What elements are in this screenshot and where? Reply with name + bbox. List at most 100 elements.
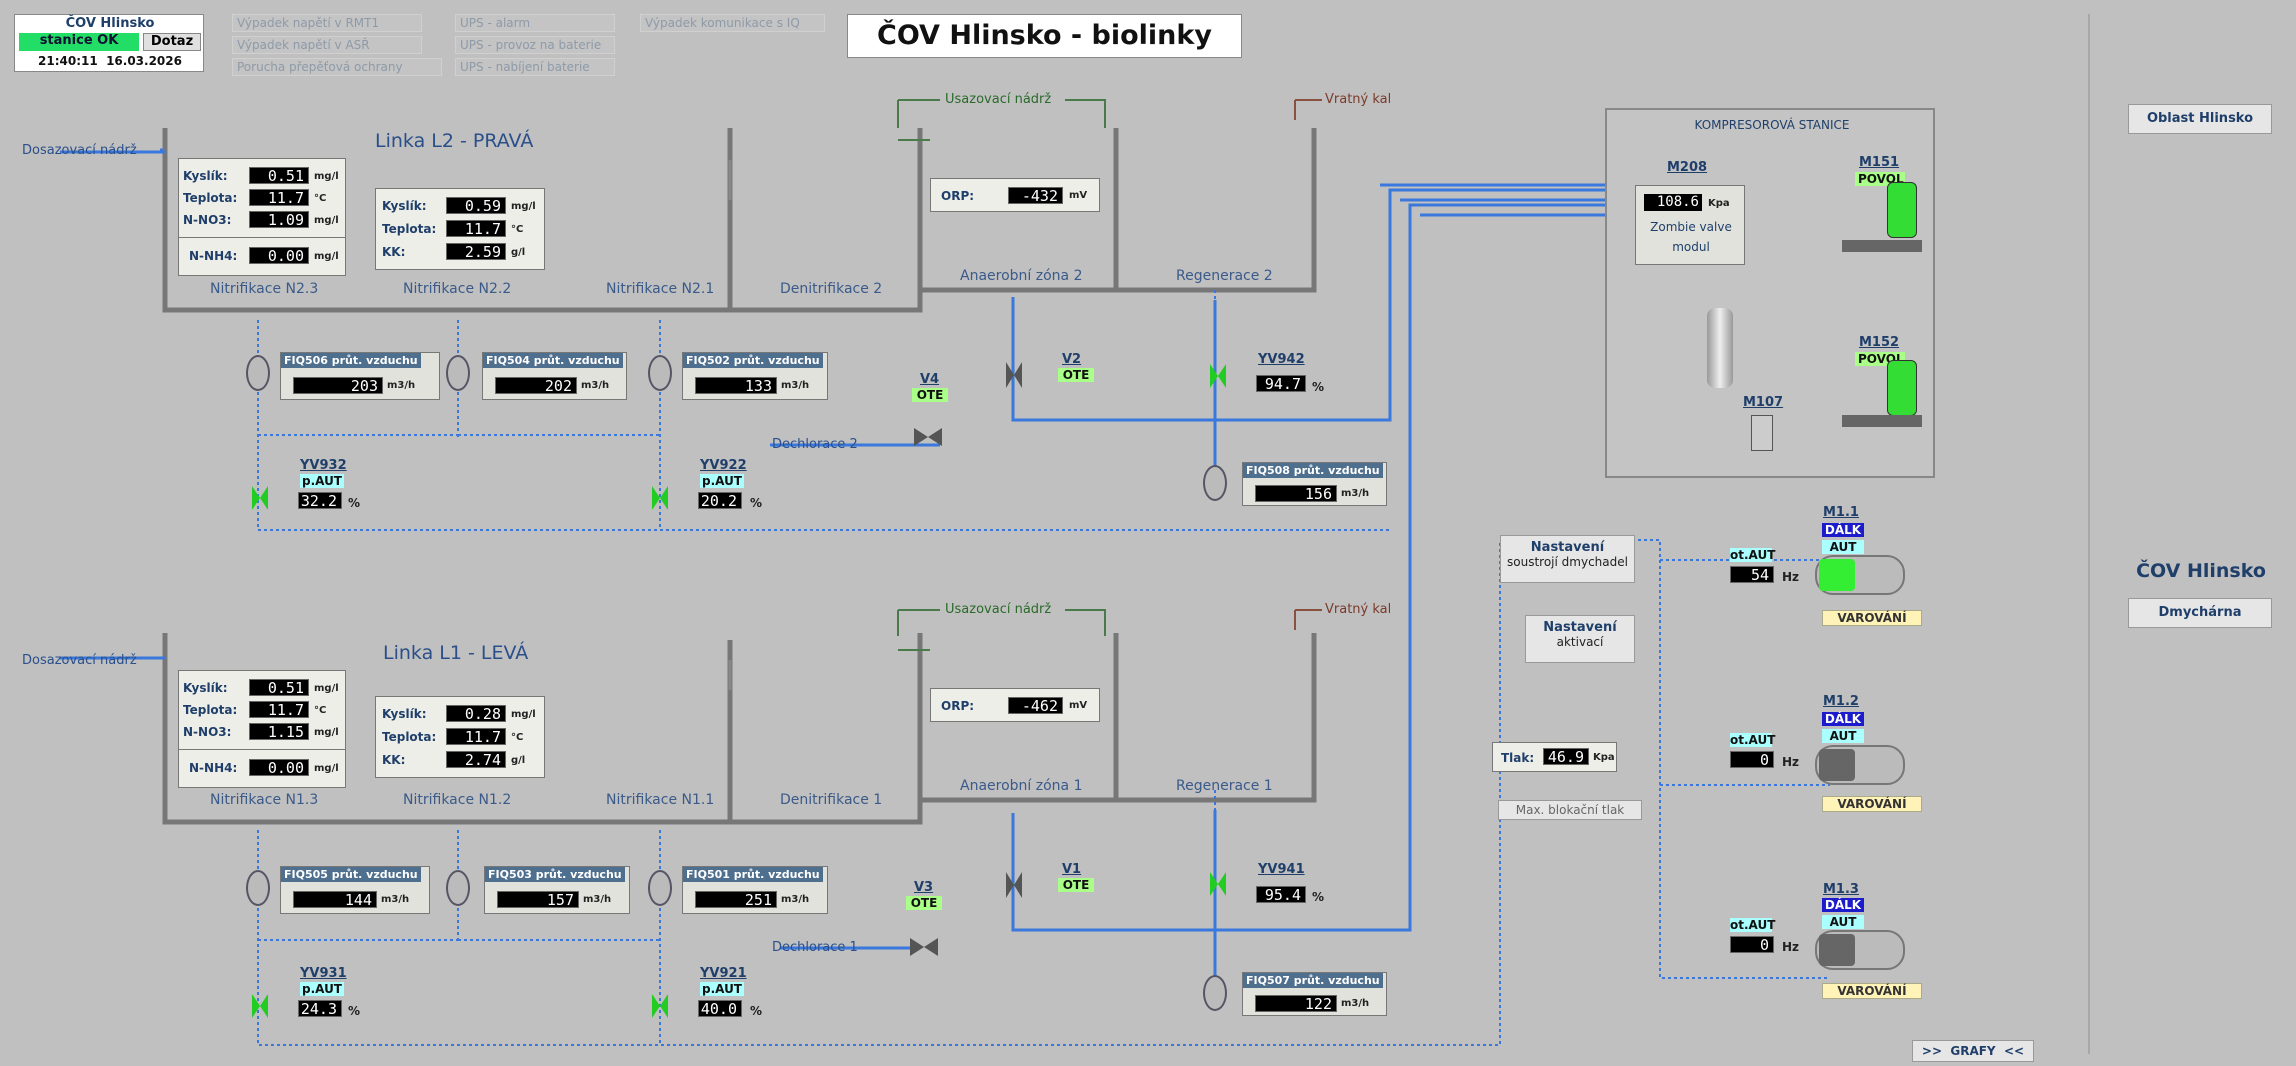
l2-panel-n22: Kyslík: 0.59 mg/l Teplota: 11.7 °C KK: 2…: [375, 188, 545, 270]
fiq506-tag: FIQ506 průt. vzduchu: [281, 353, 421, 368]
m11-otaut: ot.AUT: [1730, 548, 1776, 562]
yv931-mode: p.AUT: [300, 982, 344, 996]
m11-remote: DÁLK: [1822, 523, 1864, 537]
compressor-icon: [1887, 182, 1917, 238]
l2-title: Linka L2 - PRAVÁ: [375, 130, 534, 152]
flow-valve-icon: [648, 355, 672, 391]
l2-zone-n23: Nitrifikace N2.3: [210, 281, 319, 297]
tlak-label: Tlak:: [1501, 751, 1535, 765]
pressure-panel: Tlak: 46.9 Kpa: [1492, 742, 1617, 772]
blower-icon[interactable]: [1815, 555, 1905, 595]
l1-zone-n13: Nitrifikace N1.3: [210, 792, 319, 808]
unit-mgl: mg/l: [314, 251, 339, 262]
l2-kyslik-1: 0.51: [249, 167, 309, 184]
motor-icon: [1819, 934, 1855, 966]
oblast-hlinsko-button[interactable]: Oblast Hlinsko: [2128, 104, 2272, 134]
flow-valve-icon: [246, 355, 270, 391]
label-kyslik: Kyslík:: [382, 199, 427, 213]
fiq504-tag: FIQ504 průt. vzduchu: [483, 353, 623, 368]
m13-warning: VAROVÁNÍ: [1822, 983, 1922, 999]
flow-valve-icon: [446, 355, 470, 391]
m12-remote: DÁLK: [1822, 712, 1864, 726]
activation-settings-button[interactable]: Nastavení aktivací: [1525, 615, 1635, 663]
fiq501-value: 251: [695, 891, 777, 908]
motor-icon: [1819, 749, 1855, 781]
v1-name[interactable]: V1: [1062, 862, 1081, 877]
l1-fiq505: FIQ505 průt. vzduchu 144 m3/h: [280, 866, 430, 914]
l1-kyslik-1: 0.51: [249, 679, 309, 696]
m151-name[interactable]: M151: [1859, 155, 1899, 170]
settings-label: Nastavení: [1543, 620, 1617, 635]
yv942-value: 94.7: [1256, 375, 1306, 392]
grafy-button[interactable]: >> GRAFY <<: [1912, 1040, 2034, 1062]
v2-status: OTE: [1058, 368, 1094, 382]
fiq504-value: 202: [495, 377, 577, 394]
unit-pct: %: [1312, 380, 1325, 394]
fiq502-value: 133: [695, 377, 777, 394]
yv942-name[interactable]: YV942: [1258, 352, 1305, 367]
yv931-name[interactable]: YV931: [300, 966, 347, 981]
unit-mgl: mg/l: [314, 171, 339, 182]
l1-zone-n11: Nitrifikace N1.1: [606, 792, 715, 808]
unit-pct: %: [348, 1004, 361, 1018]
fiq507-tag: FIQ507 průt. vzduchu: [1243, 973, 1383, 988]
unit-m3h: m3/h: [387, 380, 416, 391]
l1-nno3: 1.15: [249, 723, 309, 740]
l1-nnh4: 0.00: [249, 759, 309, 776]
m12-name[interactable]: M1.2: [1823, 694, 1859, 709]
label-kyslik: Kyslík:: [183, 169, 228, 183]
l1-dosaz: Dosazovací nádrž: [22, 653, 137, 668]
yv922-mode: p.AUT: [700, 474, 744, 488]
l2-fiq504: FIQ504 průt. vzduchu 202 m3/h: [482, 352, 627, 400]
flow-valve-icon: [1203, 465, 1227, 501]
compressor-title: KOMPRESOROVÁ STANICE: [1694, 118, 1850, 132]
fiq501-tag: FIQ501 průt. vzduchu: [683, 867, 823, 882]
yv941-name[interactable]: YV941: [1258, 862, 1305, 877]
dmycharna-button[interactable]: Dmychárna: [2128, 598, 2272, 628]
yv922-name[interactable]: YV922: [700, 458, 747, 473]
m152-name[interactable]: M152: [1859, 335, 1899, 350]
label-nno3: N-NO3:: [183, 213, 232, 227]
compressor-base: [1842, 415, 1922, 427]
yv922-value: 20.2: [698, 492, 742, 509]
m107-name[interactable]: M107: [1743, 395, 1783, 410]
label-nnh4: N-NH4:: [189, 761, 238, 775]
l2-dechlor: Dechlorace 2: [772, 437, 858, 452]
blower-icon[interactable]: [1815, 930, 1905, 970]
m12-warning: VAROVÁNÍ: [1822, 796, 1922, 812]
yv932-mode: p.AUT: [300, 474, 344, 488]
yv921-name[interactable]: YV921: [700, 966, 747, 981]
m11-auto: AUT: [1822, 540, 1864, 554]
unit-mgl: mg/l: [314, 215, 339, 226]
l2-teplota-2: 11.7: [446, 220, 506, 237]
blower-settings-button[interactable]: Nastavení soustrojí dmychadel: [1500, 535, 1635, 583]
l2-zone-regen: Regenerace 2: [1176, 268, 1273, 284]
m13-name[interactable]: M1.3: [1823, 882, 1859, 897]
v2-name[interactable]: V2: [1062, 352, 1081, 367]
v3-name[interactable]: V3: [914, 880, 933, 895]
l1-dechlor: Dechlorace 1: [772, 940, 858, 955]
yv931-value: 24.3: [298, 1000, 342, 1017]
m208-name[interactable]: M208: [1667, 160, 1707, 175]
unit-mgl: mg/l: [511, 709, 536, 720]
zombie-label: Zombie valve: [1650, 220, 1732, 234]
fiq502-tag: FIQ502 průt. vzduchu: [683, 353, 823, 368]
yv932-name[interactable]: YV932: [300, 458, 347, 473]
label-kyslik: Kyslík:: [382, 707, 427, 721]
l2-fiq506: FIQ506 průt. vzduchu 203 m3/h: [280, 352, 440, 400]
blower-icon[interactable]: [1815, 745, 1905, 785]
l1-usaz: Usazovací nádrž: [945, 602, 1052, 617]
max-block-pressure-button[interactable]: Max. blokační tlak: [1498, 800, 1642, 820]
v3-status: OTE: [906, 896, 942, 910]
m11-name[interactable]: M1.1: [1823, 505, 1859, 520]
l1-fiq501: FIQ501 průt. vzduchu 251 m3/h: [682, 866, 828, 914]
l1-zone-anaer: Anaerobní zóna 1: [960, 778, 1083, 794]
unit-m3h: m3/h: [781, 380, 810, 391]
l2-zone-denit: Denitrifikace 2: [780, 281, 883, 297]
compressor-station: KOMPRESOROVÁ STANICE 108.6 Kpa Zombie va…: [1605, 108, 1935, 478]
zombie-module: 108.6 Kpa Zombie valve modul: [1635, 185, 1745, 265]
v4-name[interactable]: V4: [920, 372, 939, 387]
unit-degc: °C: [314, 193, 327, 204]
label-nnh4: N-NH4:: [189, 249, 238, 263]
label-teplota: Teplota:: [382, 222, 437, 236]
